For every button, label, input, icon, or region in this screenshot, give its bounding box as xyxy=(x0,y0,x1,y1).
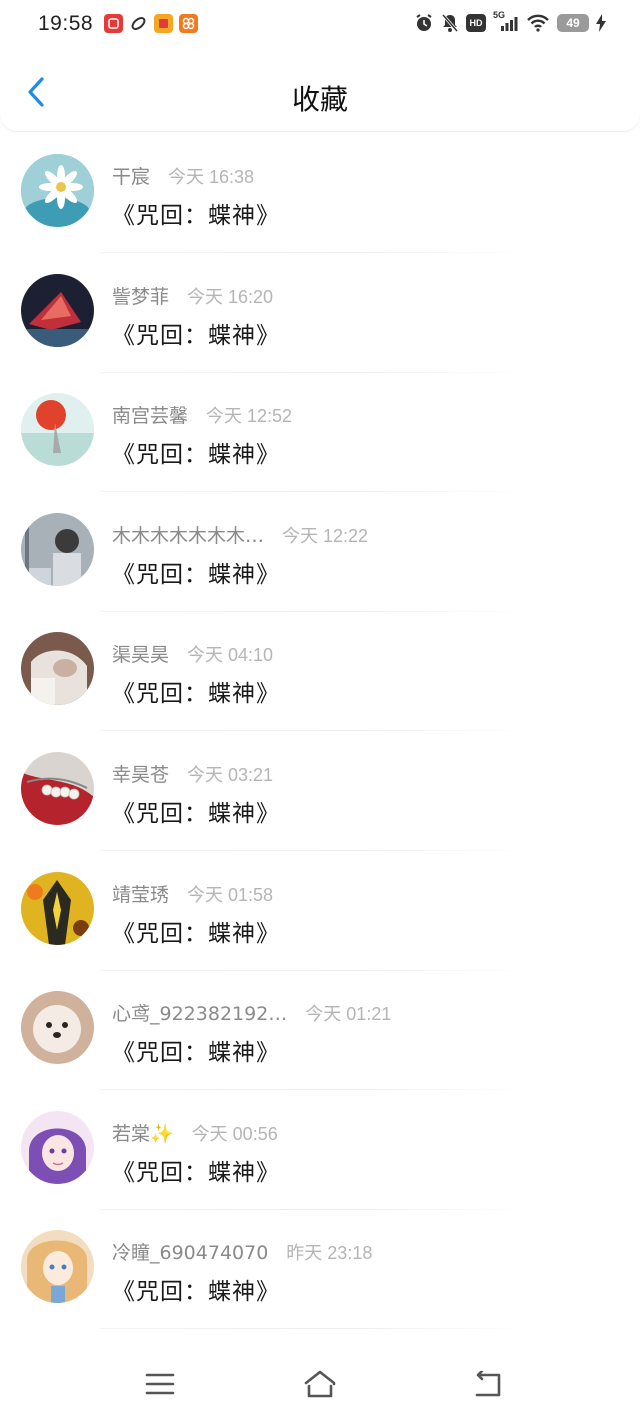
timestamp: 今天 16:20 xyxy=(187,286,274,307)
item-meta: 若棠✨ 今天 00:56 xyxy=(112,1119,278,1146)
system-icons: HD 5G 49 xyxy=(414,10,606,33)
item-meta: 心鸢_922382192… 今天 01:21 xyxy=(112,999,391,1026)
timestamp: 今天 04:10 xyxy=(187,645,274,666)
user-name: 訾梦菲 xyxy=(112,285,170,308)
item-title: 《咒回：蝶神》 xyxy=(112,681,280,708)
header: 收藏 xyxy=(0,52,640,132)
avatar[interactable] xyxy=(21,273,94,347)
page-title: 收藏 xyxy=(291,83,348,116)
list-item[interactable]: 干宸 今天 16:38 《咒回：蝶神》 xyxy=(0,134,640,254)
timestamp: 今天 16:38 xyxy=(168,167,255,187)
item-title: 《咒回：蝶神》 xyxy=(112,1040,280,1067)
user-name: 南宫芸馨 xyxy=(112,405,189,428)
wifi-icon xyxy=(526,13,550,33)
list-item[interactable]: 心鸢_922382192… 今天 01:21 《咒回：蝶神》 xyxy=(0,971,640,1091)
signal-icon: 5G xyxy=(493,10,519,33)
status-bar: 19:58 HD 5G 49 xyxy=(0,0,640,52)
list-item[interactable]: 幸昊苍 今天 03:21 《咒回：蝶神》 xyxy=(0,732,640,852)
list-item[interactable]: 若棠✨ 今天 00:56 《咒回：蝶神》 xyxy=(0,1091,640,1211)
app-notification-icon xyxy=(154,14,173,33)
user-name: 渠昊昊 xyxy=(112,644,170,667)
item-meta: 南宫芸馨 今天 12:52 xyxy=(112,401,292,428)
avatar[interactable] xyxy=(21,632,94,706)
home-icon xyxy=(303,1370,337,1402)
divider xyxy=(100,1328,530,1330)
item-meta: 木木木木木木木… 今天 12:22 xyxy=(112,521,368,548)
system-nav-bar xyxy=(0,1350,640,1422)
charging-icon xyxy=(596,14,606,32)
user-name: 干宸 xyxy=(112,166,151,188)
avatar[interactable] xyxy=(21,154,94,227)
favorites-list: 干宸 今天 16:38 《咒回：蝶神》 訾梦菲 今天 16:20 《咒回：蝶神》… xyxy=(0,134,640,1330)
avatar[interactable] xyxy=(21,991,94,1065)
timestamp: 今天 00:56 xyxy=(191,1123,278,1144)
notification-icons xyxy=(104,14,198,33)
avatar[interactable] xyxy=(21,1230,94,1304)
user-name: 冷瞳_690474070 xyxy=(112,1242,269,1265)
item-meta: 冷瞳_690474070 昨天 23:18 xyxy=(112,1238,372,1265)
hd-icon: HD xyxy=(466,14,486,32)
item-meta: 幸昊苍 今天 03:21 xyxy=(112,760,273,787)
timestamp: 今天 01:58 xyxy=(187,884,274,905)
list-item[interactable]: 木木木木木木木… 今天 12:22 《咒回：蝶神》 xyxy=(0,493,640,613)
timestamp: 今天 03:21 xyxy=(187,764,274,785)
mute-icon xyxy=(441,13,459,33)
list-item[interactable]: 南宫芸馨 今天 12:52 《咒回：蝶神》 xyxy=(0,373,640,493)
item-title: 《咒回：蝶神》 xyxy=(112,1279,280,1306)
avatar[interactable] xyxy=(21,751,94,825)
timestamp: 今天 12:22 xyxy=(282,525,369,546)
status-time: 19:58 xyxy=(38,12,94,35)
timestamp: 今天 01:21 xyxy=(305,1004,392,1025)
list-item[interactable]: 訾梦菲 今天 16:20 《咒回：蝶神》 xyxy=(0,254,640,374)
timestamp: 昨天 23:18 xyxy=(286,1243,373,1264)
alarm-icon xyxy=(414,13,434,33)
avatar[interactable] xyxy=(21,871,94,945)
avatar[interactable] xyxy=(21,1110,94,1184)
user-name: 靖莹琇 xyxy=(112,883,170,906)
item-title: 《咒回：蝶神》 xyxy=(112,203,280,229)
item-title: 《咒回：蝶神》 xyxy=(112,1159,280,1186)
item-meta: 渠昊昊 今天 04:10 xyxy=(112,640,273,667)
user-name: 幸昊苍 xyxy=(112,763,170,786)
app-notification-icon xyxy=(129,14,148,33)
item-meta: 干宸 今天 16:38 xyxy=(112,162,254,189)
user-name: 若棠✨ xyxy=(112,1122,174,1145)
item-title: 《咒回：蝶神》 xyxy=(112,442,280,469)
battery-icon: 49 xyxy=(557,14,589,32)
user-name: 心鸢_922382192… xyxy=(112,1003,288,1026)
back-icon xyxy=(473,1369,503,1401)
avatar[interactable] xyxy=(21,393,94,467)
menu-button[interactable] xyxy=(138,1368,182,1404)
list-item[interactable]: 渠昊昊 今天 04:10 《咒回：蝶神》 xyxy=(0,612,640,732)
item-title: 《咒回：蝶神》 xyxy=(112,322,280,349)
menu-icon xyxy=(145,1372,175,1400)
app-notification-icon xyxy=(179,14,198,33)
item-title: 《咒回：蝶神》 xyxy=(112,920,280,947)
item-meta: 訾梦菲 今天 16:20 xyxy=(112,282,273,309)
user-name: 木木木木木木木… xyxy=(112,524,265,547)
list-item[interactable]: 靖莹琇 今天 01:58 《咒回：蝶神》 xyxy=(0,852,640,972)
app-notification-icon xyxy=(104,14,123,33)
item-title: 《咒回：蝶神》 xyxy=(112,800,280,827)
list-item[interactable]: 冷瞳_690474070 昨天 23:18 《咒回：蝶神》 xyxy=(0,1210,640,1330)
back-nav-button[interactable] xyxy=(466,1368,510,1404)
item-title: 《咒回：蝶神》 xyxy=(112,561,280,588)
timestamp: 今天 12:52 xyxy=(206,406,293,427)
home-button[interactable] xyxy=(298,1368,342,1404)
avatar[interactable] xyxy=(21,512,94,586)
item-meta: 靖莹琇 今天 01:58 xyxy=(112,880,273,907)
